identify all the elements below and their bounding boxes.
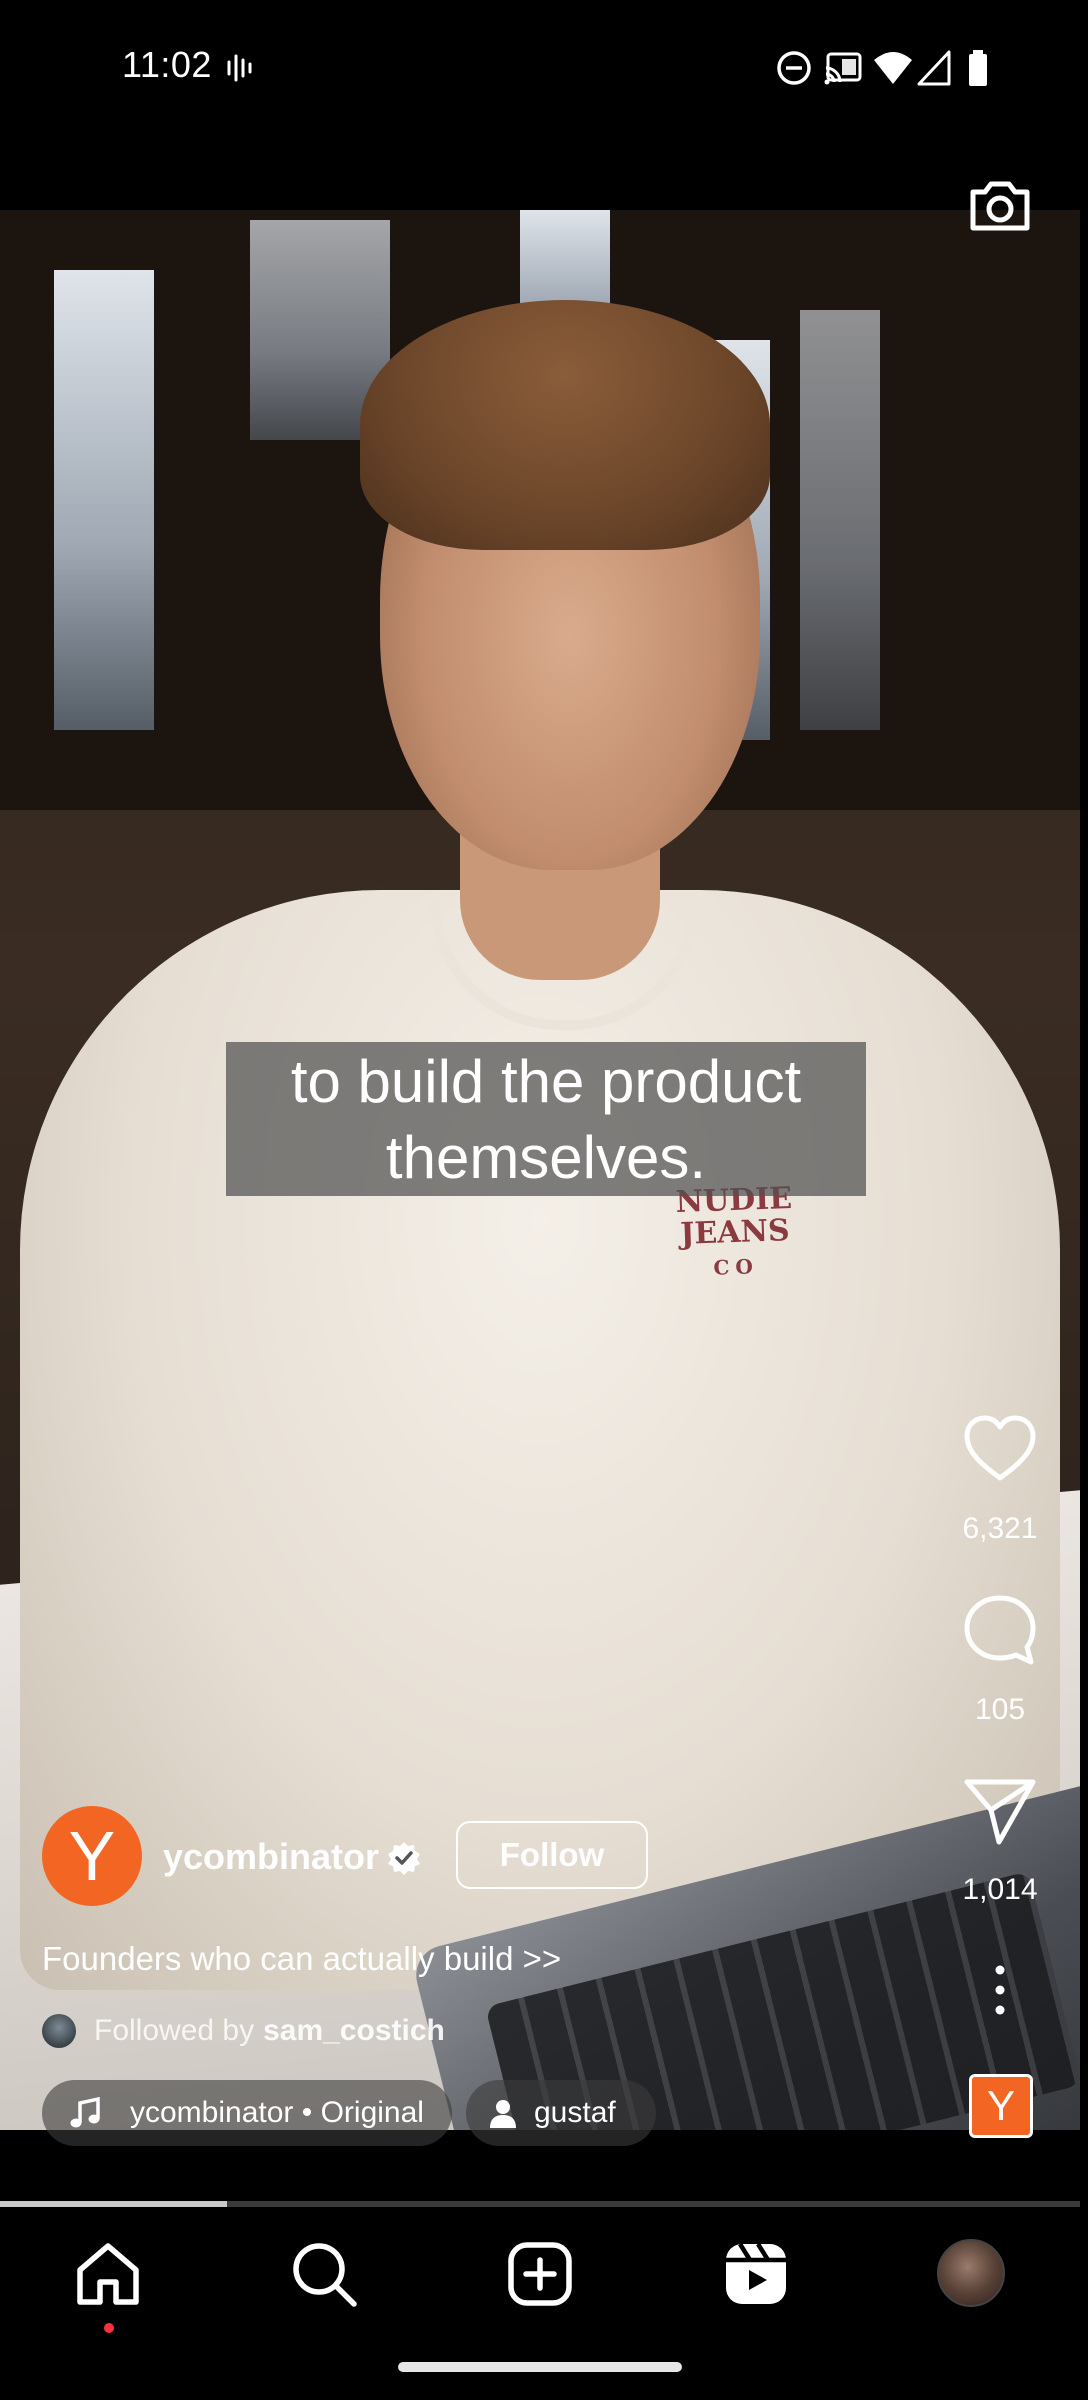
comment-count: 105 bbox=[974, 1693, 1026, 1726]
tagged-user-label: gustaf bbox=[534, 2096, 616, 2129]
shirt-print: NUDIE JEANS CO bbox=[675, 1180, 793, 1280]
camera-icon[interactable] bbox=[965, 170, 1035, 240]
share-count: 1,014 bbox=[962, 1873, 1038, 1906]
window-pane bbox=[54, 270, 154, 730]
like-count: 6,321 bbox=[962, 1512, 1038, 1545]
author-avatar[interactable]: Y bbox=[42, 1806, 142, 1906]
status-time: 11:02 bbox=[122, 44, 212, 85]
followed-by-label: Followed by bbox=[94, 2014, 255, 2047]
voice-activity-icon bbox=[227, 54, 252, 82]
audio-thumbnail[interactable]: Y bbox=[969, 2074, 1033, 2138]
status-bar: 11:02 bbox=[0, 0, 1088, 136]
person-icon bbox=[490, 2100, 516, 2128]
music-note-icon bbox=[70, 2096, 100, 2128]
create-post-icon[interactable] bbox=[502, 2236, 578, 2312]
reels-icon[interactable] bbox=[718, 2236, 794, 2312]
audio-chip[interactable]: ycombinator • Original bbox=[42, 2080, 452, 2146]
wifi-icon bbox=[874, 52, 912, 84]
signal-icon bbox=[917, 50, 951, 86]
audio-chip-label: ycombinator • Original bbox=[130, 2096, 424, 2129]
followed-by-row[interactable]: Followed by sam_costich bbox=[42, 2011, 445, 2051]
like-heart-icon[interactable] bbox=[961, 1410, 1039, 1488]
cast-icon bbox=[824, 52, 862, 85]
caption-line: to build the product bbox=[290, 1048, 802, 1115]
followed-by-username: sam_costich bbox=[263, 2014, 445, 2047]
tagged-user-chip[interactable]: gustaf bbox=[466, 2080, 656, 2146]
do-not-disturb-icon bbox=[777, 51, 811, 85]
more-options-icon[interactable] bbox=[985, 1960, 1015, 2020]
home-icon[interactable] bbox=[70, 2236, 146, 2312]
verified-badge-icon bbox=[388, 1842, 420, 1875]
video-caption: to build the product themselves. bbox=[226, 1042, 866, 1196]
follower-avatar bbox=[42, 2014, 76, 2048]
person-hair bbox=[360, 300, 770, 550]
caption-line: themselves. bbox=[385, 1124, 707, 1191]
follow-button[interactable]: Follow bbox=[456, 1821, 648, 1889]
share-paper-plane-icon[interactable] bbox=[961, 1772, 1039, 1850]
comment-bubble-icon[interactable] bbox=[961, 1592, 1039, 1670]
post-description[interactable]: Founders who can actually build >> bbox=[42, 1940, 561, 1978]
window-pane bbox=[800, 310, 880, 730]
author-username[interactable]: ycombinator bbox=[163, 1836, 379, 1878]
profile-avatar[interactable] bbox=[937, 2239, 1005, 2307]
search-icon[interactable] bbox=[286, 2236, 362, 2312]
home-indicator[interactable] bbox=[398, 2362, 682, 2372]
battery-icon bbox=[969, 50, 987, 86]
home-notification-dot bbox=[104, 2323, 114, 2333]
